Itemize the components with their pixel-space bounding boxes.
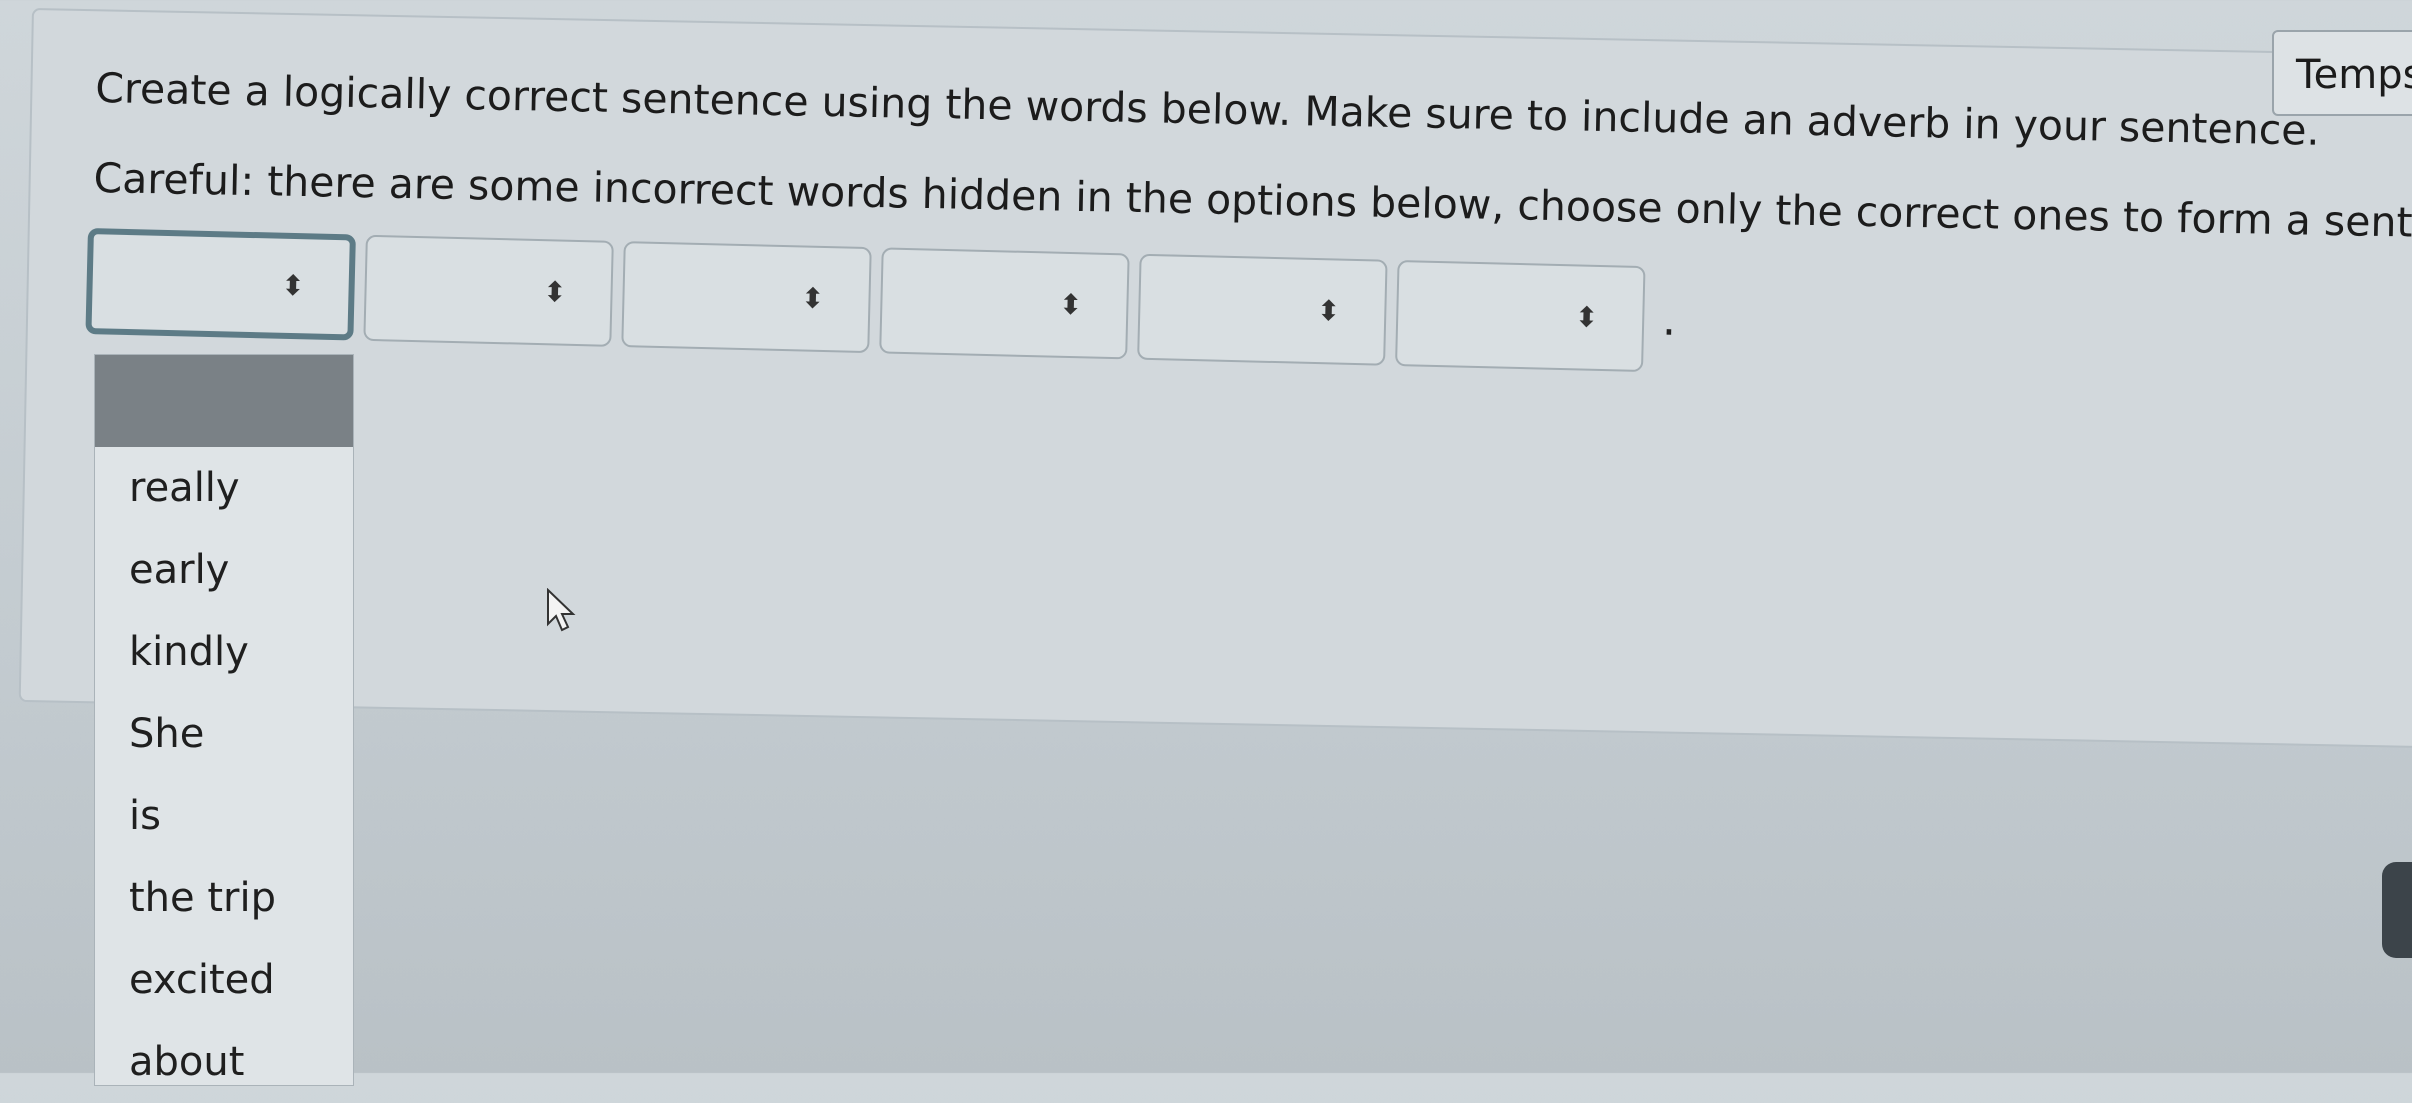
word-select-1[interactable]: ⬍ — [85, 228, 356, 341]
sort-arrows-icon: ⬍ — [800, 281, 825, 316]
dropdown-option[interactable]: is — [95, 775, 353, 857]
sort-arrows-icon: ⬍ — [1316, 294, 1341, 328]
dropdown-option[interactable]: kindly — [95, 611, 353, 693]
word-select-3[interactable]: ⬍ — [621, 241, 872, 354]
dropdown-option[interactable]: the trip — [95, 857, 353, 939]
dropdown-option[interactable]: She — [95, 693, 353, 775]
dropdown-option[interactable]: early — [95, 529, 353, 611]
word-select-4[interactable]: ⬍ — [879, 247, 1130, 360]
sort-arrows-icon: ⬍ — [280, 268, 306, 303]
sort-arrows-icon: ⬍ — [542, 275, 567, 309]
dropdown-option[interactable]: really — [95, 447, 353, 529]
dropdown-option[interactable]: about — [95, 1021, 353, 1103]
word-dropdown-list: really early kindly She is the trip exci… — [94, 354, 354, 1086]
dropdown-option[interactable]: excited — [95, 939, 353, 1021]
sentence-period: . — [1661, 293, 1677, 346]
word-select-2[interactable]: ⬍ — [363, 234, 614, 347]
arrow-cursor-icon — [547, 588, 576, 632]
word-select-6[interactable]: ⬍ — [1395, 260, 1646, 373]
word-select-5[interactable]: ⬍ — [1137, 253, 1388, 366]
side-edge-element — [2382, 862, 2412, 958]
sort-arrows-icon: ⬍ — [1058, 287, 1083, 322]
dropdown-option-blank[interactable] — [95, 355, 353, 447]
sort-arrows-icon: ⬍ — [1574, 300, 1599, 334]
